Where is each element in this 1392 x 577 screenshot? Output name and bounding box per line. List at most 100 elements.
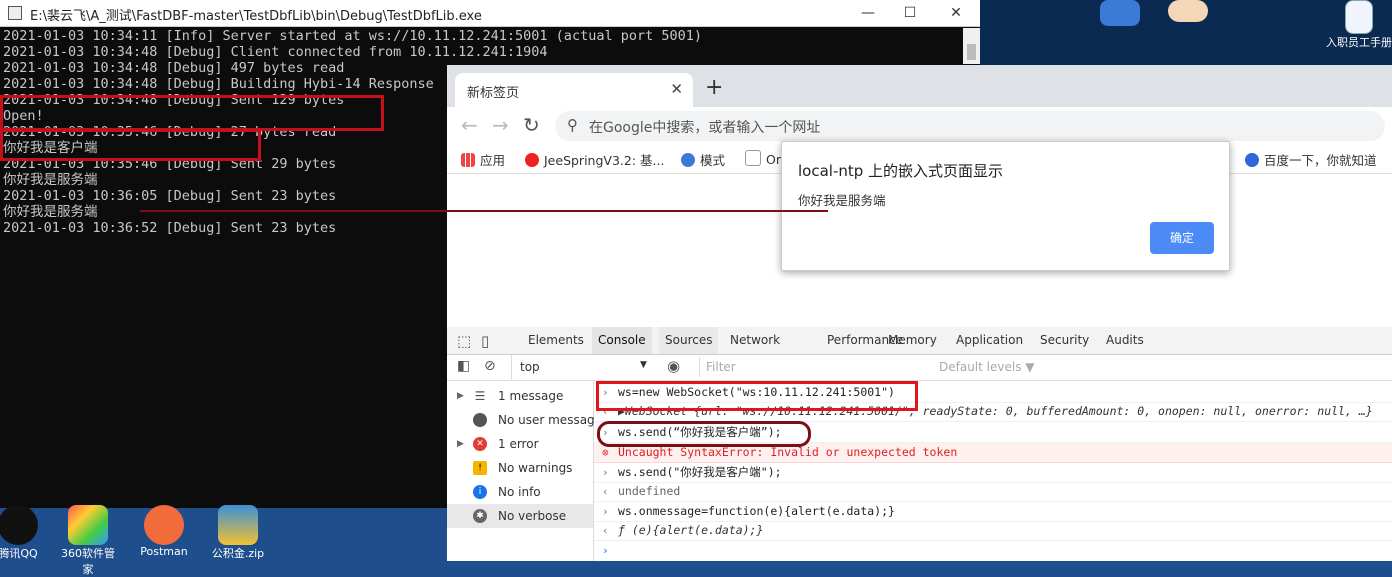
sidebar-item-messages[interactable]: ▶ ☰ 1 message — [447, 384, 593, 408]
desktop-icon-360[interactable]: 360软件管家 — [58, 505, 118, 577]
console-entry-text: ƒ (e){alert(e.data);} — [618, 523, 764, 537]
filter-input[interactable]: Filter — [699, 357, 932, 377]
tab-new-tab[interactable]: 新标签页 ✕ — [455, 73, 693, 107]
desktop-icon-label: Postman — [140, 545, 188, 558]
dog-icon — [1168, 0, 1208, 22]
device-toolbar-icon[interactable]: ▯ — [481, 332, 489, 350]
postman-icon — [144, 505, 184, 545]
new-tab-plus-icon[interactable]: + — [705, 75, 723, 100]
console-error-row: ⊗ Uncaught SyntaxError: Invalid or unexpe… — [594, 443, 1392, 463]
error-icon: ⊗ — [602, 446, 609, 459]
sidebar-item-verbose[interactable]: ✱ No verbose — [447, 504, 593, 528]
filter-placeholder: Filter — [706, 360, 736, 374]
console-output-row[interactable]: ‹ ƒ (e){alert(e.data);} — [594, 521, 1392, 541]
tab-strip: 新标签页 ✕ + — [447, 65, 1392, 107]
minimize-button[interactable]: — — [848, 2, 888, 24]
omnibox[interactable]: ⚲ 在Google中搜索，或者输入一个网址 — [555, 111, 1385, 141]
sidebar-item-info[interactable]: i No info — [447, 480, 593, 504]
console-line: 你好我是客户端 — [3, 140, 98, 156]
tab-elements[interactable]: Elements — [522, 327, 590, 354]
alert-ok-button[interactable]: 确定 — [1150, 222, 1214, 254]
maximize-button[interactable]: ☐ — [890, 2, 930, 24]
bookmark-jeespring[interactable]: JeeSpringV3.2: 基... — [525, 150, 664, 169]
sidebar-item-label: 1 message — [498, 389, 564, 403]
bookmark-mode[interactable]: 模式 — [681, 150, 725, 169]
apps-grid-icon — [461, 153, 475, 167]
console-entry-text: undefined — [618, 484, 681, 498]
console-entry-text: ws=new WebSocket("ws:10.11.12.241:5001") — [618, 385, 895, 399]
bookmark-baidu[interactable]: 百度一下，你就知道 — [1245, 150, 1377, 169]
desktop-icon-qq[interactable]: 腾讯QQ — [0, 505, 48, 561]
bookmark-apps[interactable]: 应用 — [461, 150, 505, 169]
console-entry-text: Uncaught SyntaxError: Invalid or unexpec… — [618, 445, 958, 459]
word-document-icon — [1345, 0, 1373, 34]
desktop-icon-fish[interactable] — [1092, 0, 1148, 28]
tab-title: 新标签页 — [467, 86, 520, 101]
console-output-row[interactable]: ‹ ▶WebSocket {url: "ws://10.11.12.241:500… — [594, 402, 1392, 422]
sidebar-item-warnings[interactable]: ! No warnings — [447, 456, 593, 480]
qq-penguin-icon — [0, 505, 38, 545]
360-manager-icon — [68, 505, 108, 545]
console-line: 2021-01-03 10:34:48 [Debug] Sent 129 byt… — [3, 92, 345, 108]
sidebar-item-errors[interactable]: ▶ ✕ 1 error — [447, 432, 593, 456]
tab-sources[interactable]: Sources — [659, 327, 719, 354]
desktop-icon-dog[interactable] — [1160, 0, 1216, 24]
desktop-background: 入职员工手册 — [980, 0, 1392, 65]
scrollbar-thumb[interactable] — [967, 44, 976, 60]
tab-application[interactable]: Application — [950, 327, 1029, 354]
desktop-icon-manual[interactable]: 入职员工手册 — [1326, 0, 1392, 64]
bookmark-label: 百度一下，你就知道 — [1264, 153, 1377, 168]
tab-console[interactable]: Console — [592, 327, 652, 354]
inspect-element-icon[interactable]: ⬚ — [457, 332, 471, 350]
desktop-icon-zip[interactable]: 公积金.zip — [208, 505, 268, 561]
clear-console-icon[interactable]: ⊘ — [484, 358, 496, 374]
warning-icon: ! — [473, 461, 487, 475]
sidebar-toggle-icon[interactable]: ◧ — [457, 358, 470, 374]
tab-audits[interactable]: Audits — [1100, 327, 1150, 354]
console-input-row: › ws.onmessage=function(e){alert(e.data);… — [594, 502, 1392, 522]
fish-icon — [1100, 0, 1140, 26]
reload-icon[interactable]: ↻ — [523, 113, 540, 137]
sidebar-item-label: No verbose — [498, 509, 567, 523]
console-line: 2021-01-03 10:36:52 [Debug] Sent 23 byte… — [3, 220, 337, 236]
console-output-row: ‹ undefined — [594, 482, 1392, 502]
sidebar-item-user-messages[interactable]: No user messag... — [447, 408, 606, 432]
desktop-icon-postman[interactable]: Postman — [134, 505, 194, 558]
tab-memory[interactable]: Memory — [882, 327, 943, 354]
console-line: 2021-01-03 10:34:48 [Debug] Client conne… — [3, 44, 548, 60]
baidu-paw-icon — [1245, 153, 1259, 167]
input-chevron-icon: › — [602, 386, 609, 399]
back-arrow-icon[interactable]: ← — [461, 113, 478, 137]
console-titlebar[interactable]: E:\裴云飞\A_测试\FastDBF-master\TestDbfLib\bi… — [0, 0, 980, 27]
mode-icon — [681, 153, 695, 167]
console-toolbar: ◧ ⊘ top ▼ ◉ Filter Default levels ▼ — [447, 355, 1392, 381]
output-arrow-icon: ‹ — [602, 405, 609, 418]
tab-close-icon[interactable]: ✕ — [670, 80, 683, 98]
tab-security[interactable]: Security — [1034, 327, 1095, 354]
expand-arrow-icon: ▶ — [457, 391, 464, 401]
bug-icon: ✱ — [473, 509, 487, 523]
console-app-icon — [8, 6, 22, 20]
desktop-icon-label: 360软件管家 — [61, 547, 115, 576]
forward-arrow-icon[interactable]: → — [492, 113, 509, 137]
console-input-row: › ws.send(“你好我是客户端”); — [594, 423, 1392, 443]
alert-message: 你好我是服务端 — [798, 193, 886, 208]
bookmark-or[interactable]: Or — [745, 150, 781, 167]
alert-dialog[interactable]: local-ntp 上的嵌入式页面显示 你好我是服务端 确定 — [781, 141, 1230, 271]
console-line: 你好我是服务端 — [3, 172, 98, 188]
alert-title: local-ntp 上的嵌入式页面显示 — [798, 162, 1004, 180]
desktop-icon-label: 入职员工手册 — [1326, 36, 1392, 49]
console-line: 2021-01-03 10:34:48 [Debug] 497 bytes re… — [3, 60, 345, 76]
sidebar-item-label: No info — [498, 485, 541, 499]
console-prompt[interactable]: › — [594, 541, 1392, 560]
log-levels-dropdown[interactable]: Default levels ▼ — [939, 360, 1035, 374]
console-line: 2021-01-03 10:35:46 [Debug] Sent 29 byte… — [3, 156, 337, 172]
devtools-tabbar: ⬚ ▯ Elements Console Sources Network Per… — [447, 327, 1392, 355]
eye-icon[interactable]: ◉ — [667, 357, 680, 375]
context-selector[interactable]: top ▼ — [511, 355, 650, 380]
tab-network[interactable]: Network — [724, 327, 786, 354]
console-scrollbar[interactable] — [963, 28, 980, 64]
bookmark-label: Or — [766, 152, 781, 167]
close-button[interactable]: ✕ — [936, 2, 976, 24]
info-icon: i — [473, 485, 487, 499]
